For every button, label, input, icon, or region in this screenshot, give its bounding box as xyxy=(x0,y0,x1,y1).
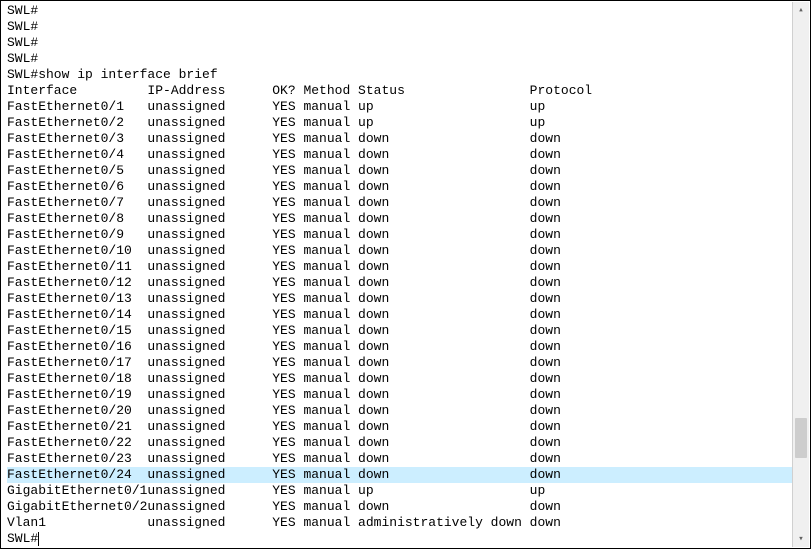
table-row: FastEthernet0/1 unassigned YES manual up… xyxy=(7,99,792,115)
table-row: FastEthernet0/18 unassigned YES manual d… xyxy=(7,371,792,387)
table-row: FastEthernet0/2 unassigned YES manual up… xyxy=(7,115,792,131)
table-row: FastEthernet0/3 unassigned YES manual do… xyxy=(7,131,792,147)
scrollbar-thumb[interactable] xyxy=(795,418,807,458)
prompt-line: SWL# xyxy=(7,19,792,35)
scrollbar-track[interactable] xyxy=(793,18,809,531)
prompt-line: SWL# xyxy=(7,35,792,51)
table-row: FastEthernet0/5 unassigned YES manual do… xyxy=(7,163,792,179)
table-row: FastEthernet0/22 unassigned YES manual d… xyxy=(7,435,792,451)
prompt-line: SWL# xyxy=(7,3,792,19)
terminal-output[interactable]: SWL#SWL#SWL#SWL#SWL#show ip interface br… xyxy=(7,3,792,546)
table-row: FastEthernet0/10 unassigned YES manual d… xyxy=(7,243,792,259)
table-row: FastEthernet0/23 unassigned YES manual d… xyxy=(7,451,792,467)
table-row: FastEthernet0/21 unassigned YES manual d… xyxy=(7,419,792,435)
table-row: GigabitEthernet0/2unassigned YES manual … xyxy=(7,499,792,515)
table-row: Vlan1 unassigned YES manual administrati… xyxy=(7,515,792,531)
table-row: FastEthernet0/20 unassigned YES manual d… xyxy=(7,403,792,419)
chevron-down-icon: ▾ xyxy=(798,531,803,547)
table-row: GigabitEthernet0/1unassigned YES manual … xyxy=(7,483,792,499)
table-row: FastEthernet0/13 unassigned YES manual d… xyxy=(7,291,792,307)
table-row: FastEthernet0/16 unassigned YES manual d… xyxy=(7,339,792,355)
table-row: FastEthernet0/4 unassigned YES manual do… xyxy=(7,147,792,163)
table-row: FastEthernet0/12 unassigned YES manual d… xyxy=(7,275,792,291)
table-row: FastEthernet0/15 unassigned YES manual d… xyxy=(7,323,792,339)
table-row: FastEthernet0/9 unassigned YES manual do… xyxy=(7,227,792,243)
scroll-up-button[interactable]: ▴ xyxy=(793,2,809,18)
table-row: FastEthernet0/7 unassigned YES manual do… xyxy=(7,195,792,211)
scrollbar[interactable]: ▴ ▾ xyxy=(792,2,809,547)
table-row: FastEthernet0/14 unassigned YES manual d… xyxy=(7,307,792,323)
scroll-down-button[interactable]: ▾ xyxy=(793,531,809,547)
prompt-line: SWL# xyxy=(7,51,792,67)
table-header: Interface IP-Address OK? Method Status P… xyxy=(7,83,792,99)
table-row: FastEthernet0/24 unassigned YES manual d… xyxy=(7,467,792,483)
table-row: FastEthernet0/8 unassigned YES manual do… xyxy=(7,211,792,227)
chevron-up-icon: ▴ xyxy=(798,2,803,18)
command-line: SWL#show ip interface brief xyxy=(7,67,792,83)
table-row: FastEthernet0/11 unassigned YES manual d… xyxy=(7,259,792,275)
table-row: FastEthernet0/17 unassigned YES manual d… xyxy=(7,355,792,371)
table-row: FastEthernet0/19 unassigned YES manual d… xyxy=(7,387,792,403)
prompt-line: SWL# xyxy=(7,531,792,546)
terminal-frame: SWL#SWL#SWL#SWL#SWL#show ip interface br… xyxy=(0,0,811,549)
table-row: FastEthernet0/6 unassigned YES manual do… xyxy=(7,179,792,195)
cursor xyxy=(38,532,39,546)
